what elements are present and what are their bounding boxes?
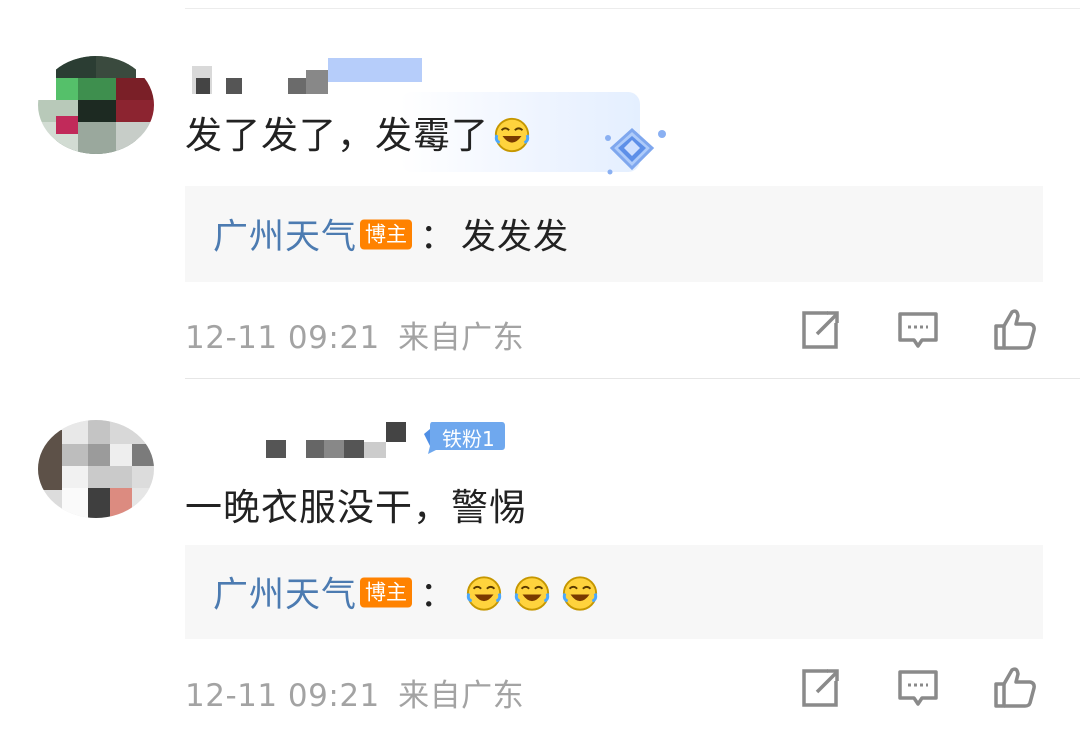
reply-author[interactable]: 广州天气	[213, 218, 357, 258]
timestamp: 12-11 09:21	[185, 678, 380, 714]
diamond-icon	[605, 127, 666, 175]
timestamp: 12-11 09:21	[185, 320, 380, 356]
blogger-badge: 博主	[360, 577, 413, 608]
comment-divider	[185, 378, 1080, 379]
comment-meta: 12-11 09:21 来自广东	[185, 670, 524, 715]
like-icon[interactable]	[992, 306, 1038, 352]
avatar[interactable]	[38, 56, 154, 154]
username-blurred[interactable]	[192, 58, 432, 98]
laughing-crying-emoji-icon	[494, 117, 530, 153]
laughing-crying-emoji-icon	[562, 576, 598, 611]
avatar[interactable]	[38, 420, 154, 518]
share-icon[interactable]	[798, 666, 844, 712]
author-reply[interactable]: 广州天气 博主：发发发	[185, 186, 1043, 282]
blogger-badge: 博主	[360, 219, 413, 250]
reply-author[interactable]: 广州天气	[213, 576, 357, 616]
author-reply[interactable]: 广州天气 博主：	[185, 545, 1043, 639]
laughing-crying-emoji-icon	[466, 576, 502, 611]
reply-text: 发发发	[461, 217, 570, 258]
comment-item: 发了发了，发霉了 广州天气 博主：发发发 12-11 09:21 来自广东	[0, 0, 1080, 378]
location: 来自广东	[398, 678, 525, 714]
comment-text: 一晚衣服没干，警惕	[185, 486, 527, 529]
comment-icon[interactable]	[896, 666, 942, 712]
location: 来自广东	[398, 320, 525, 356]
username-blurred[interactable]	[266, 420, 416, 460]
comment-icon[interactable]	[896, 308, 942, 354]
share-icon[interactable]	[798, 308, 844, 354]
comment-text: 发了发了，发霉了	[185, 105, 531, 159]
like-icon[interactable]	[992, 664, 1038, 710]
comment-meta: 12-11 09:21 来自广东	[185, 312, 524, 357]
laughing-crying-emoji-icon	[514, 576, 550, 611]
